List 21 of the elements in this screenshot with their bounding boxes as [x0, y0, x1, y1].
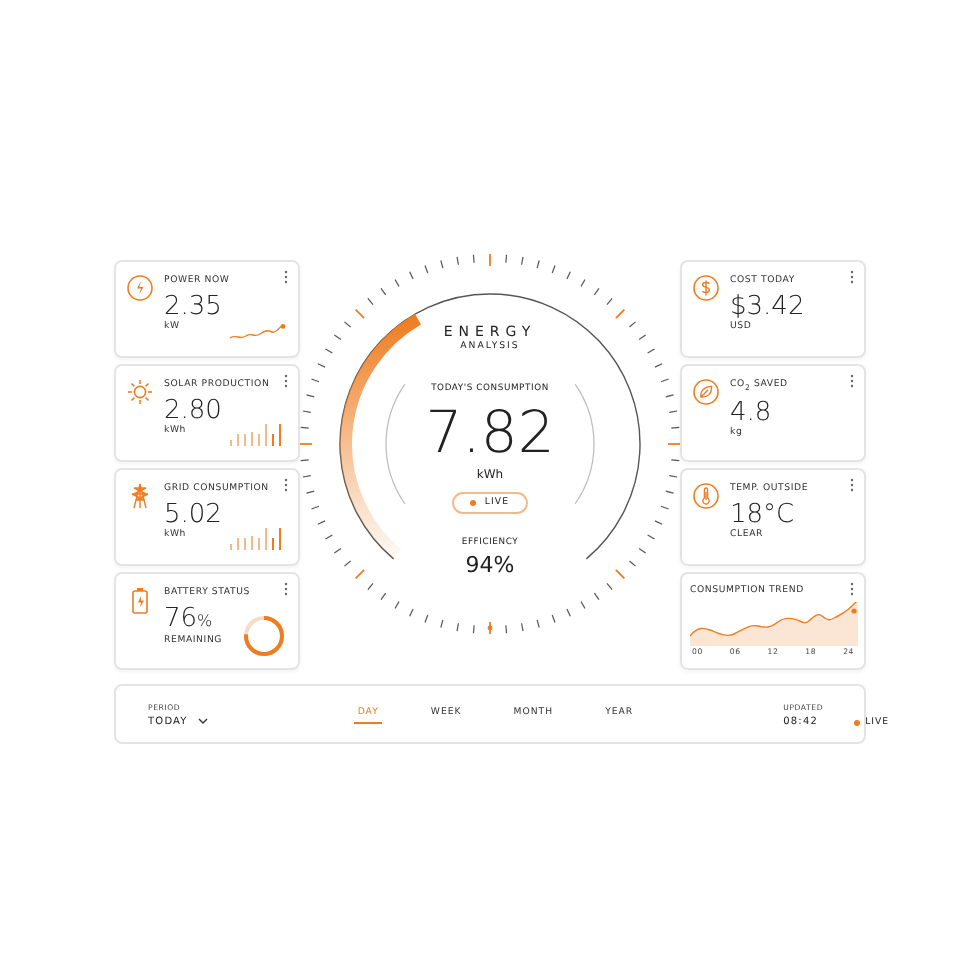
- efficiency-value: 94%: [465, 552, 515, 578]
- sun-icon: [126, 378, 154, 406]
- consumption-value: 7.82: [425, 400, 555, 464]
- battery-ring: [242, 614, 286, 658]
- chevron-down-icon: [197, 718, 208, 724]
- card-value: 2.35: [164, 292, 224, 322]
- bar-sparkline: [230, 526, 286, 550]
- leaf-icon: [692, 378, 720, 406]
- dollar-icon: [692, 274, 720, 302]
- card-value: 2.80: [164, 396, 224, 426]
- card-value: 18°C: [730, 500, 797, 530]
- card-value: $3.42: [730, 292, 805, 322]
- bolt-icon: [126, 274, 154, 302]
- card-value: 5.02: [164, 500, 224, 530]
- sparkline: [230, 322, 286, 342]
- card-value: 76%: [164, 604, 215, 635]
- card-value: 4.8: [730, 397, 774, 428]
- bar-sparkline: [230, 422, 286, 446]
- thermometer-icon: [692, 482, 720, 510]
- battery-icon: [126, 586, 154, 614]
- pylon-icon: [126, 482, 154, 510]
